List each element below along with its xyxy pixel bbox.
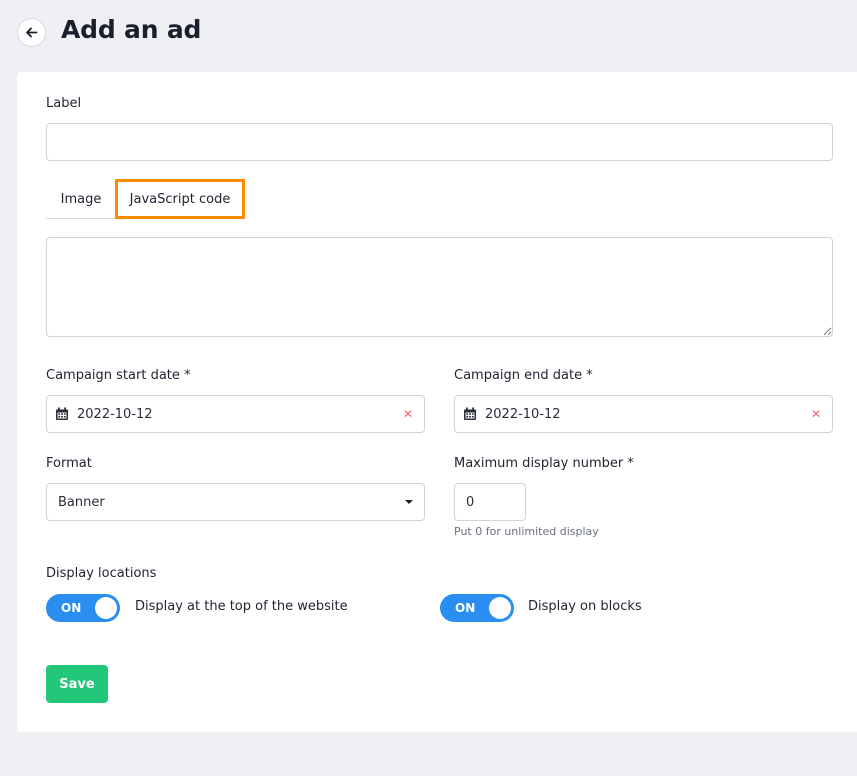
toggle-knob (489, 597, 511, 619)
format-select[interactable]: Banner (46, 483, 425, 521)
toggle-state-text: ON (455, 601, 476, 615)
tab-javascript-code[interactable]: JavaScript code (115, 179, 245, 219)
format-label: Format (46, 456, 92, 471)
start-date-input[interactable]: 2022-10-12 ✕ (46, 395, 425, 433)
label-field-label: Label (46, 96, 82, 111)
content-type-tabs: Image JavaScript code (46, 179, 832, 219)
toggle-state-text: ON (61, 601, 82, 615)
end-date-label: Campaign end date * (454, 368, 593, 383)
max-display-value: 0 (466, 494, 475, 510)
page-title: Add an ad (61, 15, 202, 44)
display-locations-label: Display locations (46, 566, 157, 581)
caret-down-icon (405, 500, 413, 504)
clear-x-icon[interactable]: ✕ (403, 408, 413, 420)
calendar-icon (464, 407, 476, 420)
clear-x-icon[interactable]: ✕ (811, 408, 821, 420)
start-date-label: Campaign start date * (46, 368, 191, 383)
max-display-input[interactable]: 0 (454, 483, 526, 521)
end-date-input[interactable]: 2022-10-12 ✕ (454, 395, 833, 433)
ad-form-card: Label Image JavaScript code Campaign sta… (17, 72, 857, 732)
toggle-knob (95, 597, 117, 619)
arrow-left-icon (26, 27, 38, 38)
back-button[interactable] (17, 18, 46, 47)
toggle-on-blocks[interactable]: ON (440, 594, 514, 622)
tab-image[interactable]: Image (46, 179, 116, 219)
toggle-top-of-website[interactable]: ON (46, 594, 120, 622)
max-display-label: Maximum display number * (454, 456, 634, 471)
end-date-value: 2022-10-12 (485, 406, 561, 422)
javascript-code-textarea[interactable] (46, 237, 833, 337)
max-display-hint: Put 0 for unlimited display (454, 525, 599, 538)
label-input[interactable] (46, 123, 833, 161)
calendar-icon (56, 407, 68, 420)
toggle-on-blocks-label: Display on blocks (528, 599, 642, 614)
format-selected-value: Banner (58, 494, 105, 510)
toggle-top-of-website-label: Display at the top of the website (135, 599, 348, 614)
start-date-value: 2022-10-12 (77, 406, 153, 422)
save-button[interactable]: Save (46, 665, 108, 703)
